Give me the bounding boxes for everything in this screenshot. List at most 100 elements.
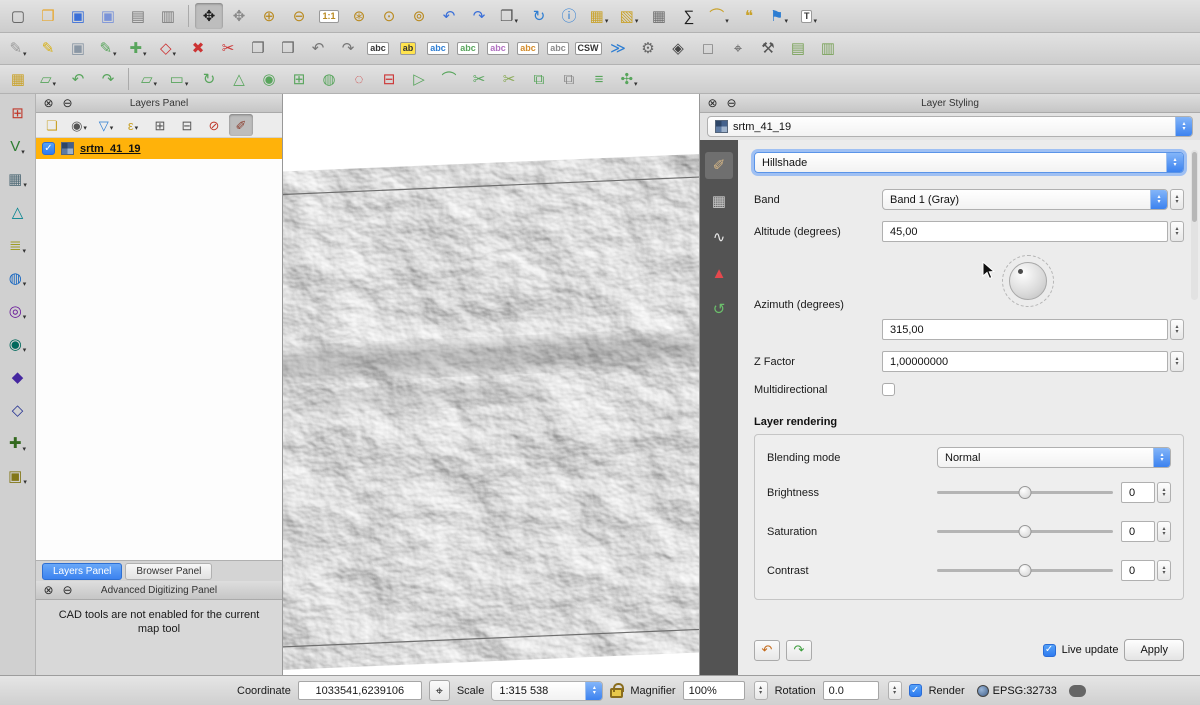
new-geopackage-layer[interactable]: ▣▾ — [3, 462, 33, 490]
label-highlight[interactable]: ab — [394, 36, 422, 62]
messages-icon[interactable] — [1069, 685, 1086, 697]
close-panel[interactable]: ⊗ — [42, 96, 55, 110]
extent-rectangle[interactable]: ◻ — [694, 36, 722, 62]
data-source-manager[interactable]: ⊞ — [3, 99, 33, 127]
manage-map-themes[interactable]: ◉▾ — [67, 114, 91, 136]
map-theme-tools[interactable]: ▤ — [784, 36, 812, 62]
toggle-editing[interactable]: ✎ — [34, 36, 62, 62]
offset-curve[interactable]: ⌒ — [435, 66, 463, 92]
band-combobox[interactable]: Band 1 (Gray) ▴▾ — [882, 189, 1168, 210]
field-calculator[interactable]: ∑ — [675, 3, 703, 29]
python-console[interactable]: ≫ — [604, 36, 632, 62]
saturation-value[interactable]: 0 — [1121, 521, 1155, 542]
measure[interactable]: ⌒▾ — [705, 3, 733, 29]
altitude-input[interactable]: 45,00 — [882, 221, 1168, 242]
rotate-point-symbols[interactable]: ✣▾ — [615, 66, 643, 92]
brightness-stepper[interactable]: ▴▾ — [1157, 482, 1171, 503]
zoom-out[interactable]: ⊖ — [285, 3, 313, 29]
add-wcs-layer[interactable]: ◆ — [3, 363, 33, 391]
select-features[interactable]: ▦▾ — [585, 3, 613, 29]
brightness-value[interactable]: 0 — [1121, 482, 1155, 503]
filter-legend[interactable]: ▽▾ — [94, 114, 118, 136]
undo[interactable]: ↶ — [304, 36, 332, 62]
pan-to-selection[interactable]: ✥ — [225, 3, 253, 29]
brightness-slider[interactable] — [937, 482, 1113, 503]
redo[interactable]: ↷ — [334, 36, 362, 62]
rotation-input[interactable]: 0.0 — [823, 681, 879, 700]
project-save[interactable]: ▣ — [64, 3, 92, 29]
label-change[interactable]: abc — [544, 36, 572, 62]
delete-selected[interactable]: ✖ — [184, 36, 212, 62]
undo-edit[interactable]: ↶ — [64, 66, 92, 92]
renderer-combobox[interactable]: Hillshade ▴▾ — [754, 152, 1184, 173]
delete-part[interactable]: ⊟ — [375, 66, 403, 92]
altitude-stepper[interactable]: ▴▾ — [1170, 221, 1184, 242]
trim-extend[interactable]: ≡ — [585, 66, 613, 92]
zoom-native[interactable]: 1:1 — [315, 3, 343, 29]
split-parts[interactable]: ✂ — [495, 66, 523, 92]
cut-features[interactable]: ✂ — [214, 36, 242, 62]
tab-histogram[interactable]: ∿ — [705, 224, 733, 251]
blending-combobox[interactable]: Normal ▴▾ — [937, 447, 1171, 468]
azimuth-stepper[interactable]: ▴▾ — [1170, 319, 1184, 340]
close-panel[interactable]: ⊗ — [706, 96, 719, 110]
float-panel[interactable]: ⊖ — [725, 96, 738, 110]
azimuth-input[interactable]: 315,00 — [882, 319, 1168, 340]
rotate-feature[interactable]: ↻ — [195, 66, 223, 92]
save-layer-edits[interactable]: ▣ — [64, 36, 92, 62]
add-wfs-layer[interactable]: ◇ — [3, 396, 33, 424]
osm-tools[interactable]: ⚒ — [754, 36, 782, 62]
new-bookmark[interactable]: ⚑▾ — [765, 3, 793, 29]
merge-features[interactable]: ⧉ — [525, 66, 553, 92]
multidirectional-checkbox[interactable] — [882, 383, 895, 396]
zfactor-input[interactable]: 1,00000000 — [882, 351, 1168, 372]
vertex-tool[interactable]: ◇▾ — [154, 36, 182, 62]
styling-scrollbar[interactable] — [1191, 150, 1198, 300]
simplify-feature[interactable]: △ — [225, 66, 253, 92]
add-feature[interactable]: ✚▾ — [124, 36, 152, 62]
saturation-stepper[interactable]: ▴▾ — [1157, 521, 1171, 542]
tab-rendering-order[interactable]: ▲ — [705, 260, 733, 287]
contrast-value[interactable]: 0 — [1121, 560, 1155, 581]
add-part[interactable]: ⊞ — [285, 66, 313, 92]
zfactor-stepper[interactable]: ▴▾ — [1170, 351, 1184, 372]
contrast-slider[interactable] — [937, 560, 1113, 581]
coordinate-input[interactable]: 1033541,6239106 — [298, 681, 422, 700]
crs-button[interactable]: EPSG:32733 — [972, 683, 1062, 699]
open-layer-styling[interactable]: ✐ — [229, 114, 253, 136]
georeferencer[interactable]: ⌖ — [724, 36, 752, 62]
text-annotation[interactable]: T▾ — [795, 3, 823, 29]
new-shapefile-layer[interactable]: ✚▾ — [3, 429, 33, 457]
remove-layer[interactable]: ⊘ — [202, 114, 226, 136]
copy-features[interactable]: ❐ — [244, 36, 272, 62]
band-stepper[interactable]: ▴▾ — [1170, 189, 1184, 210]
redo-style-button[interactable]: ↷ — [786, 640, 812, 661]
add-group[interactable]: ❏ — [40, 114, 64, 136]
copy-move-feature[interactable]: ▭▾ — [165, 66, 193, 92]
delete-ring[interactable]: ◌ — [345, 66, 373, 92]
undo-style-button[interactable]: ↶ — [754, 640, 780, 661]
label-rotate[interactable]: abc — [514, 36, 542, 62]
deselect-features[interactable]: ▧▾ — [615, 3, 643, 29]
zoom-next[interactable]: ↷ — [465, 3, 493, 29]
add-ring[interactable]: ◉ — [255, 66, 283, 92]
tab-layers-panel[interactable]: Layers Panel — [42, 563, 122, 580]
processing-options[interactable]: ⚙ — [634, 36, 662, 62]
fill-ring[interactable]: ◍ — [315, 66, 343, 92]
add-delimited-text[interactable]: ≣▾ — [3, 231, 33, 259]
digitize-shape[interactable]: ▱▾ — [34, 66, 62, 92]
close-panel[interactable]: ⊗ — [42, 583, 55, 597]
layout-manager[interactable]: ▥ — [154, 3, 182, 29]
zoom-to-layer[interactable]: ⊚ — [405, 3, 433, 29]
render-checkbox[interactable] — [909, 684, 922, 697]
open-attribute-table[interactable]: ▦ — [645, 3, 673, 29]
identify-features[interactable]: ⓘ — [555, 3, 583, 29]
styling-layer-selector[interactable]: srtm_41_19 ▴▾ — [707, 116, 1193, 137]
magnifier-input[interactable]: 100% — [683, 681, 745, 700]
zoom-in[interactable]: ⊕ — [255, 3, 283, 29]
project-new[interactable]: ▢ — [4, 3, 32, 29]
metasearch-csw[interactable]: CSW — [574, 36, 602, 62]
label-pin[interactable]: abc — [424, 36, 452, 62]
digitize-with-curve[interactable]: ✎▾ — [94, 36, 122, 62]
map-canvas[interactable] — [283, 94, 700, 675]
